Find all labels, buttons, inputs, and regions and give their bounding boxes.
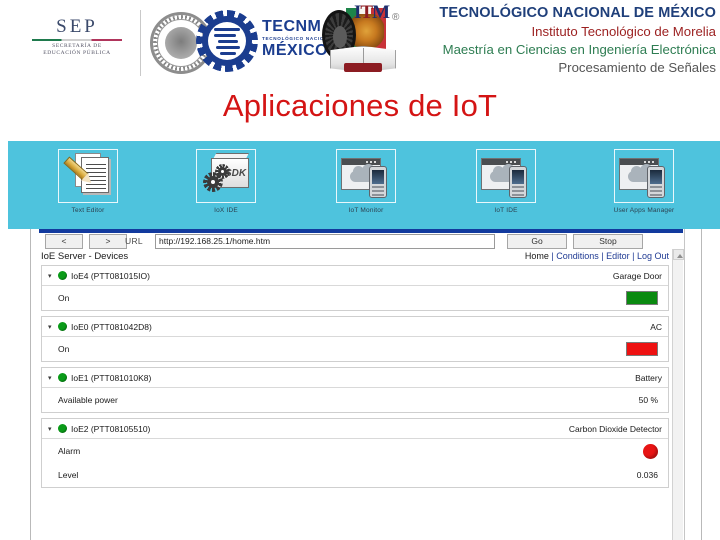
browser-toolbar: < > URL http://192.168.25.1/home.htm Go … xyxy=(39,234,683,249)
device-row-label: On xyxy=(58,344,70,354)
device-id: IoE1 (PTT081010K8) xyxy=(71,372,152,383)
device-row-label: Alarm xyxy=(58,446,81,456)
back-button[interactable]: < xyxy=(45,234,83,249)
app-label: IoT IDE xyxy=(494,207,518,214)
chevron-down-icon[interactable]: ▾ xyxy=(48,374,58,382)
url-input[interactable]: http://192.168.25.1/home.htm xyxy=(155,234,495,249)
iox-ide-sdk-box-icon: SDK xyxy=(196,149,256,203)
app-iox-ide[interactable]: SDK IoX IDE xyxy=(188,149,264,214)
device-type: Carbon Dioxide Detector xyxy=(568,423,662,434)
device-row-label: Level xyxy=(58,470,79,480)
status-dot xyxy=(58,424,67,433)
alarm-indicator xyxy=(643,443,658,459)
device-card[interactable]: ▾ IoE2 (PTT08105510) Carbon Dioxide Dete… xyxy=(41,418,669,488)
nav-link-conditions[interactable]: Conditions xyxy=(556,251,599,261)
device-header[interactable]: ▾ IoE4 (PTT081015IO) Garage Door xyxy=(42,266,668,286)
status-swatch xyxy=(626,291,658,305)
cloud-window-phone-icon xyxy=(614,149,674,203)
device-header[interactable]: ▾ IoE2 (PTT08105510) Carbon Dioxide Dete… xyxy=(42,419,668,439)
sep-logo: SEP SECRETARÍA DE EDUCACIÓN PÚBLICA xyxy=(32,16,122,57)
device-list: ▾ IoE4 (PTT081015IO) Garage Door On ▾ Io… xyxy=(41,265,669,540)
app-user-apps-manager[interactable]: User Apps Manager xyxy=(606,149,682,214)
text-editor-icon xyxy=(58,149,118,203)
institution-name: TECNOLÓGICO NACIONAL DE MÉXICO xyxy=(439,5,716,21)
institute-name: Instituto Tecnológico de Morelia xyxy=(531,24,717,39)
device-type: AC xyxy=(650,321,662,332)
chevron-down-icon[interactable]: ▾ xyxy=(48,323,58,331)
device-row-value: 0.036 xyxy=(636,470,658,480)
iot-app-bar: Text Editor SDK IoX IDE IoT Monitor IoT … xyxy=(8,141,720,229)
device-row-value: 50 % xyxy=(638,395,658,405)
device-row: On xyxy=(42,337,668,361)
stop-button[interactable]: Stop xyxy=(573,234,643,249)
go-button[interactable]: Go xyxy=(507,234,567,249)
status-dot xyxy=(58,373,67,382)
app-label: IoT Monitor xyxy=(348,207,384,214)
page-title: Aplicaciones de IoT xyxy=(222,88,498,123)
page-scrollbar[interactable] xyxy=(672,249,684,540)
nav-link-editor[interactable]: Editor xyxy=(606,251,630,261)
nav-link-home[interactable]: Home xyxy=(525,251,549,261)
device-row: Level 0.036 xyxy=(42,463,668,487)
sep-wordmark: SEP xyxy=(56,16,98,37)
device-header[interactable]: ▾ IoE0 (PTT081042D8) AC xyxy=(42,317,668,337)
device-id: IoE0 (PTT081042D8) xyxy=(71,321,152,332)
ioe-nav-links: Home | Conditions | Editor | Log Out xyxy=(525,251,669,261)
app-text-editor[interactable]: Text Editor xyxy=(50,149,126,214)
url-label: URL xyxy=(125,236,143,246)
ioe-server-page-title: IoE Server - Devices xyxy=(41,251,129,262)
chevron-down-icon[interactable]: ▾ xyxy=(48,272,58,280)
nav-sep: | xyxy=(598,251,607,261)
logo-divider xyxy=(140,10,141,76)
forward-button[interactable]: > xyxy=(89,234,127,249)
slide: SEP SECRETARÍA DE EDUCACIÓN PÚBLICA TECN… xyxy=(0,0,720,540)
app-iot-ide[interactable]: IoT IDE xyxy=(468,149,544,214)
sep-subtitle-line1: SECRETARÍA DE xyxy=(52,43,102,49)
program-name: Maestría en Ciencias en Ingeniería Elect… xyxy=(442,42,716,57)
device-row: On xyxy=(42,286,668,310)
iot-browser-window: < > URL http://192.168.25.1/home.htm Go … xyxy=(30,229,702,540)
browser-titlebar xyxy=(39,229,683,233)
nav-sep: | xyxy=(629,251,637,261)
status-swatch xyxy=(626,342,658,356)
cloud-window-phone-icon xyxy=(476,149,536,203)
app-iot-monitor[interactable]: IoT Monitor xyxy=(328,149,404,214)
device-card[interactable]: ▾ IoE1 (PTT081010K8) Battery Available p… xyxy=(41,367,669,413)
app-band-wrapper: Text Editor SDK IoX IDE IoT Monitor IoT … xyxy=(0,141,720,229)
sep-tricolor-rule xyxy=(32,39,122,41)
device-header[interactable]: ▾ IoE1 (PTT081010K8) Battery xyxy=(42,368,668,388)
app-label: User Apps Manager xyxy=(613,207,675,214)
status-dot xyxy=(58,322,67,331)
device-card[interactable]: ▾ IoE0 (PTT081042D8) AC On xyxy=(41,316,669,362)
device-type: Garage Door xyxy=(612,270,662,281)
device-row: Alarm xyxy=(42,439,668,463)
device-row: Available power 50 % xyxy=(42,388,668,412)
institution-titles: TECNOLÓGICO NACIONAL DE MÉXICO Instituto… xyxy=(304,4,716,77)
device-id: IoE4 (PTT081015IO) xyxy=(71,270,150,281)
sep-subtitle-line2: EDUCACIÓN PÚBLICA xyxy=(43,50,111,56)
scroll-up-icon[interactable] xyxy=(673,249,684,260)
device-type: Battery xyxy=(635,372,662,383)
status-dot xyxy=(58,271,67,280)
device-id: IoE2 (PTT08105510) xyxy=(71,423,151,434)
app-label: IoX IDE xyxy=(214,207,238,214)
device-row-label: On xyxy=(58,293,70,303)
course-name: Procesamiento de Señales xyxy=(558,60,716,75)
cloud-window-phone-icon xyxy=(336,149,396,203)
nav-link-logout[interactable]: Log Out xyxy=(637,251,669,261)
slide-header: SEP SECRETARÍA DE EDUCACIÓN PÚBLICA TECN… xyxy=(0,0,720,141)
tecnm-gear-icon xyxy=(196,10,258,72)
device-card[interactable]: ▾ IoE4 (PTT081015IO) Garage Door On xyxy=(41,265,669,311)
browser-right-margin xyxy=(684,229,701,540)
device-row-label: Available power xyxy=(58,395,118,405)
chevron-down-icon[interactable]: ▾ xyxy=(48,425,58,433)
app-label: Text Editor xyxy=(71,207,105,214)
